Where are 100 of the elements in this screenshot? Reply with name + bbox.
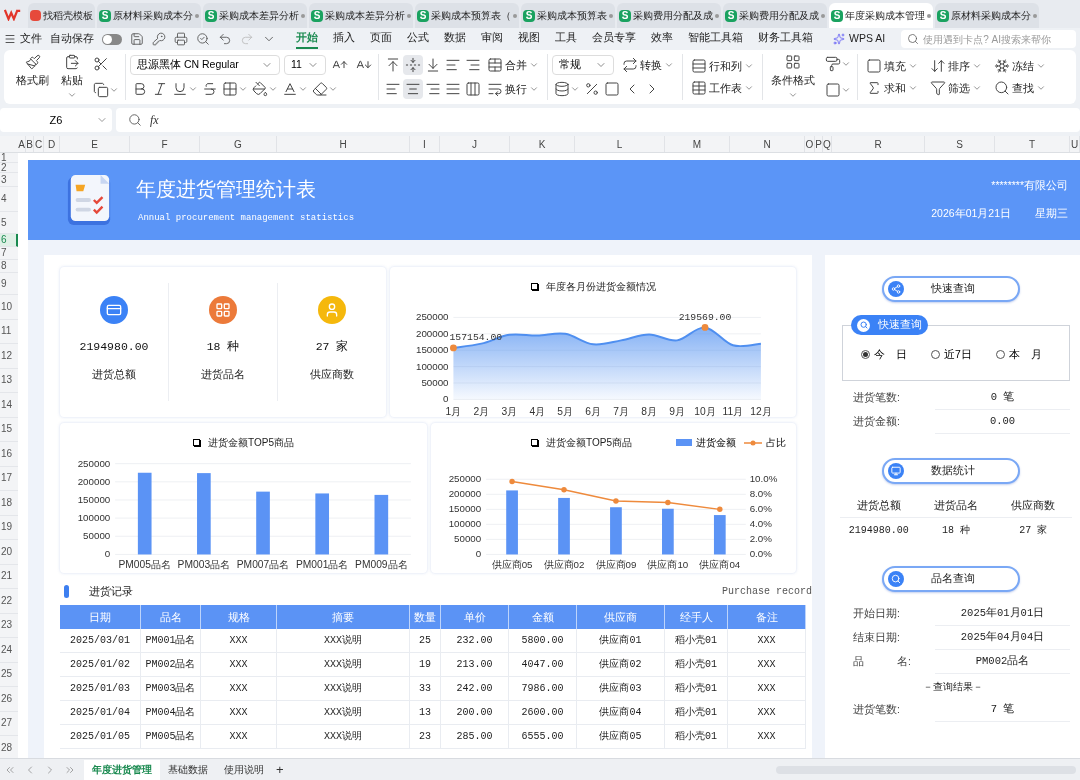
file-menu[interactable]: 文件: [4, 31, 42, 47]
ribbon-tab[interactable]: 插入: [333, 29, 355, 49]
axis-label: PM009品名: [355, 559, 408, 571]
column-heading[interactable]: P: [815, 136, 823, 152]
monitor-icon: [887, 463, 904, 479]
document-tab[interactable]: S 原材料采购成本分: [97, 3, 201, 28]
column-heading[interactable]: K: [510, 136, 575, 152]
print-icon[interactable]: [174, 32, 188, 46]
row-heading[interactable]: 6: [0, 234, 18, 247]
column-heading[interactable]: J: [440, 136, 510, 152]
period-radio[interactable]: 本 月: [995, 346, 1042, 363]
document-tab[interactable]: S 采购费用分配及成: [617, 3, 721, 28]
close-icon[interactable]: [609, 13, 613, 18]
ribbon-tab[interactable]: 工具: [555, 29, 577, 49]
preview-icon[interactable]: [196, 32, 210, 46]
ai-button[interactable]: WPS AI: [833, 31, 886, 47]
column-heading[interactable]: H: [277, 136, 410, 152]
close-icon[interactable]: [821, 13, 825, 18]
align-center-button[interactable]: [403, 79, 423, 99]
axis-label: 11月: [722, 406, 744, 417]
document-tab[interactable]: S 采购成本差异分析: [203, 3, 307, 28]
close-icon[interactable]: [927, 13, 931, 18]
close-icon[interactable]: [301, 13, 305, 18]
table-cell: XXX: [201, 701, 277, 724]
ribbon-tab[interactable]: 智能工具箱: [688, 29, 743, 49]
column-heading[interactable]: C: [34, 136, 44, 152]
column-heading[interactable]: A: [18, 136, 26, 152]
freeze-button[interactable]: 冻结: [990, 57, 1050, 74]
column-heading[interactable]: M: [665, 136, 730, 152]
document-tab[interactable]: 找稻壳模板: [28, 3, 95, 28]
ribbon-tab[interactable]: 视图: [518, 29, 540, 49]
column-heading[interactable]: S: [925, 136, 995, 152]
close-icon[interactable]: [407, 13, 411, 18]
search-field[interactable]: 使用遇到卡点? AI搜索来帮你: [901, 30, 1076, 48]
document-tab[interactable]: S 年度采购成本管理: [829, 3, 933, 28]
ribbon-tab[interactable]: 会员专享: [592, 29, 636, 49]
sheet-tab[interactable]: 基础数据: [160, 759, 216, 780]
sheet-tab[interactable]: 使用说明: [216, 759, 272, 780]
document-tab[interactable]: S 采购成本预算表（: [415, 3, 519, 28]
paste-button[interactable]: 粘贴: [57, 53, 87, 101]
document-tab[interactable]: S 采购成本差异分析: [309, 3, 413, 28]
column-heading[interactable]: B: [26, 136, 34, 152]
column-heading[interactable]: F: [130, 136, 200, 152]
rows-columns-button[interactable]: 行和列: [687, 57, 758, 74]
quick-query-button[interactable]: 快速查询: [881, 276, 1020, 302]
column-heading[interactable]: U: [1070, 136, 1080, 152]
add-sheet-button[interactable]: +: [272, 759, 288, 780]
number-format-select[interactable]: 常规: [552, 55, 614, 75]
undo-icon[interactable]: [218, 32, 232, 46]
autosave-toggle[interactable]: [102, 33, 122, 45]
zoom-icon[interactable]: [128, 113, 142, 127]
document-tab[interactable]: S 采购成本预算表: [521, 3, 615, 28]
column-heading[interactable]: L: [575, 136, 665, 152]
worksheet-button[interactable]: 工作表: [687, 80, 758, 97]
sheet-tab[interactable]: 年度进货管理: [84, 759, 160, 780]
merge-button[interactable]: 合并: [483, 56, 543, 74]
filter-button[interactable]: 筛选: [926, 80, 986, 97]
column-heading[interactable]: Q: [823, 136, 832, 152]
fill-button[interactable]: 填充: [862, 57, 922, 74]
align-middle-button[interactable]: [403, 55, 423, 75]
key-icon[interactable]: [152, 32, 166, 46]
column-heading[interactable]: N: [730, 136, 805, 152]
column-heading[interactable]: T: [995, 136, 1070, 152]
font-select[interactable]: 思源黑体 CN Regular: [130, 55, 280, 75]
save-icon[interactable]: [130, 32, 144, 46]
ribbon-tab[interactable]: 数据: [444, 29, 466, 49]
close-icon[interactable]: [1033, 13, 1037, 18]
wrap-button[interactable]: 换行: [483, 80, 543, 98]
column-heading[interactable]: G: [200, 136, 277, 152]
ribbon-tab[interactable]: 审阅: [481, 29, 503, 49]
document-tab[interactable]: S 原材料采购成本分: [935, 3, 1039, 28]
close-icon[interactable]: [715, 13, 719, 18]
distribute-button[interactable]: [463, 79, 483, 99]
period-radio[interactable]: 今 日: [861, 346, 907, 363]
column-heading[interactable]: I: [410, 136, 440, 152]
font-size-select[interactable]: 11: [284, 55, 326, 75]
document-tab[interactable]: S 采购费用分配及成: [723, 3, 827, 28]
column-heading[interactable]: R: [832, 136, 925, 152]
column-heading[interactable]: O: [805, 136, 815, 152]
function-button[interactable]: fx: [150, 111, 159, 129]
period-radio[interactable]: 近7日: [931, 346, 972, 363]
sort-button[interactable]: 排序: [926, 57, 986, 74]
format-painter-button[interactable]: 格式刷: [12, 53, 53, 101]
column-heading[interactable]: D: [44, 136, 60, 152]
distribute-icon: [465, 81, 481, 97]
name-box[interactable]: Z6: [0, 108, 112, 132]
column-heading[interactable]: E: [60, 136, 130, 152]
convert-button[interactable]: 转换: [618, 56, 678, 74]
sum-button[interactable]: 求和: [862, 80, 922, 97]
close-icon[interactable]: [513, 13, 517, 18]
ribbon-tab[interactable]: 效率: [651, 29, 673, 49]
product-query-button[interactable]: 品名查询: [881, 566, 1020, 592]
data-stats-button[interactable]: 数据统计: [881, 458, 1020, 484]
ribbon-tab[interactable]: 公式: [407, 29, 429, 49]
find-button[interactable]: 查找: [990, 80, 1050, 97]
ribbon-tab[interactable]: 页面: [370, 29, 392, 49]
app-logo[interactable]: [4, 7, 22, 21]
close-icon[interactable]: [195, 13, 199, 18]
conditional-format-button[interactable]: 条件格式: [767, 53, 819, 101]
ribbon-tab[interactable]: 财务工具箱: [758, 29, 813, 49]
